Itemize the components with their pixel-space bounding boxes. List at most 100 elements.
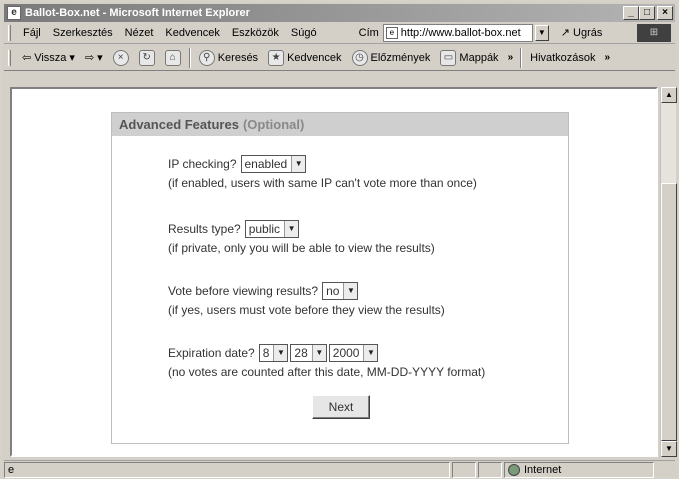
toolbar-grip xyxy=(8,49,11,66)
page-viewport: Advanced Features (Optional) IP checking… xyxy=(10,87,658,457)
scroll-thumb[interactable] xyxy=(661,183,677,441)
menu-favorites[interactable]: Kedvencek xyxy=(159,27,225,39)
zone-label: Internet xyxy=(524,463,562,476)
history-label: Előzmények xyxy=(370,51,431,64)
forward-button[interactable]: ⇨ ▾ xyxy=(80,51,108,64)
expiration-month-value: 8 xyxy=(262,346,270,360)
vote-before-label: Vote before viewing results? xyxy=(168,284,319,298)
go-label: Ugrás xyxy=(573,26,603,39)
address-dropdown-button[interactable]: ▼ xyxy=(534,24,549,41)
status-cell-1 xyxy=(452,461,476,478)
chevron-down-icon: ▼ xyxy=(311,345,326,361)
folders-icon: ▭ xyxy=(440,49,457,66)
panel-subtitle: (Optional) xyxy=(242,117,305,132)
menu-edit[interactable]: Szerkesztés xyxy=(47,27,119,39)
status-cell-2 xyxy=(478,461,502,478)
expiration-year-select[interactable]: 2000 ▼ xyxy=(328,344,379,362)
ip-checking-select[interactable]: enabled ▼ xyxy=(240,155,307,173)
results-type-label: Results type? xyxy=(168,222,241,236)
ip-checking-value: enabled xyxy=(244,157,288,171)
back-arrow-icon: ⇦ xyxy=(22,52,32,64)
address-input[interactable]: e http://www.ballot-box.net xyxy=(382,23,533,42)
advanced-features-panel: Advanced Features (Optional) IP checking… xyxy=(111,112,569,444)
expiration-day-select[interactable]: 28 ▼ xyxy=(290,344,327,362)
home-icon: ⌂ xyxy=(164,49,181,66)
browser-window: e Ballot-Box.net - Microsoft Internet Ex… xyxy=(0,0,679,479)
ip-checking-label: IP checking? xyxy=(168,157,237,171)
forward-dropdown-icon[interactable]: ▾ xyxy=(97,51,103,64)
page-status-icon: e xyxy=(8,463,15,476)
menu-view[interactable]: Nézet xyxy=(119,27,160,39)
back-dropdown-icon[interactable]: ▾ xyxy=(69,51,75,64)
chevron-down-icon: ▼ xyxy=(363,345,378,361)
stop-button[interactable]: × xyxy=(108,49,134,66)
toolbar-separator xyxy=(188,47,191,68)
windows-logo-icon: ⊞ xyxy=(637,24,671,42)
back-button[interactable]: ⇦ Vissza ▾ xyxy=(17,51,80,65)
address-value: http://www.ballot-box.net xyxy=(400,26,521,39)
vertical-scrollbar[interactable]: ▲ ▼ xyxy=(660,87,677,457)
links-overflow-chevron-icon[interactable]: » xyxy=(601,52,615,63)
menu-tools[interactable]: Eszközök xyxy=(226,27,285,39)
folders-button[interactable]: ▭ Mappák xyxy=(435,49,503,66)
ip-checking-field: IP checking? enabled ▼ (if enabled, user… xyxy=(168,154,477,190)
menu-bar: Fájl Szerkesztés Nézet Kedvencek Eszközö… xyxy=(4,22,675,44)
go-button[interactable]: ↗ Ugrás xyxy=(560,26,603,40)
address-label: Cím xyxy=(358,26,379,39)
search-button[interactable]: ⚲ Keresés xyxy=(194,49,263,66)
ie-icon: e xyxy=(7,6,21,20)
status-main-cell: e xyxy=(4,461,450,478)
links-label[interactable]: Hivatkozások xyxy=(525,52,600,64)
scroll-down-button[interactable]: ▼ xyxy=(661,441,677,457)
favorites-icon: ★ xyxy=(268,49,285,66)
security-zone-cell: Internet xyxy=(504,461,654,478)
chevron-down-icon: ▼ xyxy=(291,156,306,172)
history-icon: ◷ xyxy=(351,49,368,66)
page-icon: e xyxy=(385,26,398,39)
scroll-up-button[interactable]: ▲ xyxy=(661,87,677,103)
chevron-down-icon: ▼ xyxy=(273,345,288,361)
home-button[interactable]: ⌂ xyxy=(160,49,186,66)
search-icon: ⚲ xyxy=(198,49,215,66)
globe-icon xyxy=(508,463,520,476)
results-type-field: Results type? public ▼ (if private, only… xyxy=(168,219,435,255)
folders-label: Mappák xyxy=(459,51,499,64)
refresh-icon: ↻ xyxy=(138,49,155,66)
chevron-down-icon: ▼ xyxy=(284,221,299,237)
history-button[interactable]: ◷ Előzmények xyxy=(347,49,436,66)
stop-icon: × xyxy=(112,49,129,66)
vote-before-hint: (if yes, users must vote before they vie… xyxy=(168,303,445,317)
menu-grip xyxy=(8,24,11,41)
close-button[interactable]: × xyxy=(657,6,673,20)
toolbar-overflow-chevron-icon[interactable]: » xyxy=(504,52,518,63)
expiration-date-hint: (no votes are counted after this date, M… xyxy=(168,365,486,379)
expiration-date-field: Expiration date? 8 ▼ 28 ▼ 2000 ▼ (no vot… xyxy=(168,343,485,379)
results-type-hint: (if private, only you will be able to vi… xyxy=(168,241,435,255)
results-type-value: public xyxy=(248,222,281,236)
chevron-down-icon: ▼ xyxy=(343,283,358,299)
maximize-button[interactable]: □ xyxy=(639,6,655,20)
vote-before-field: Vote before viewing results? no ▼ (if ye… xyxy=(168,281,445,317)
next-button[interactable]: Next xyxy=(312,395,370,419)
toolbar-separator-2 xyxy=(520,47,523,68)
panel-title: Advanced Features xyxy=(119,117,239,132)
favorites-button[interactable]: ★ Kedvencek xyxy=(263,49,346,66)
vote-before-select[interactable]: no ▼ xyxy=(322,282,359,300)
favorites-label: Kedvencek xyxy=(287,51,342,64)
window-title: Ballot-Box.net - Microsoft Internet Expl… xyxy=(25,7,250,19)
search-label: Keresés xyxy=(217,51,259,64)
refresh-button[interactable]: ↻ xyxy=(134,49,160,66)
menu-file[interactable]: Fájl xyxy=(17,27,47,39)
ip-checking-hint: (if enabled, users with same IP can't vo… xyxy=(168,176,477,190)
menu-help[interactable]: Súgó xyxy=(285,27,323,39)
standard-toolbar: ⇦ Vissza ▾ ⇨ ▾ × ↻ ⌂ ⚲ Keresés ★ Kedvenc… xyxy=(4,45,675,71)
forward-arrow-icon: ⇨ xyxy=(84,52,95,64)
expiration-date-label: Expiration date? xyxy=(168,346,255,360)
expiration-year-value: 2000 xyxy=(332,346,360,360)
status-bar: e Internet xyxy=(4,460,675,478)
back-label: Vissza xyxy=(34,51,67,64)
results-type-select[interactable]: public ▼ xyxy=(244,220,300,238)
expiration-month-select[interactable]: 8 ▼ xyxy=(258,344,289,362)
minimize-button[interactable]: _ xyxy=(623,6,639,20)
go-arrow-icon: ↗ xyxy=(560,27,571,39)
